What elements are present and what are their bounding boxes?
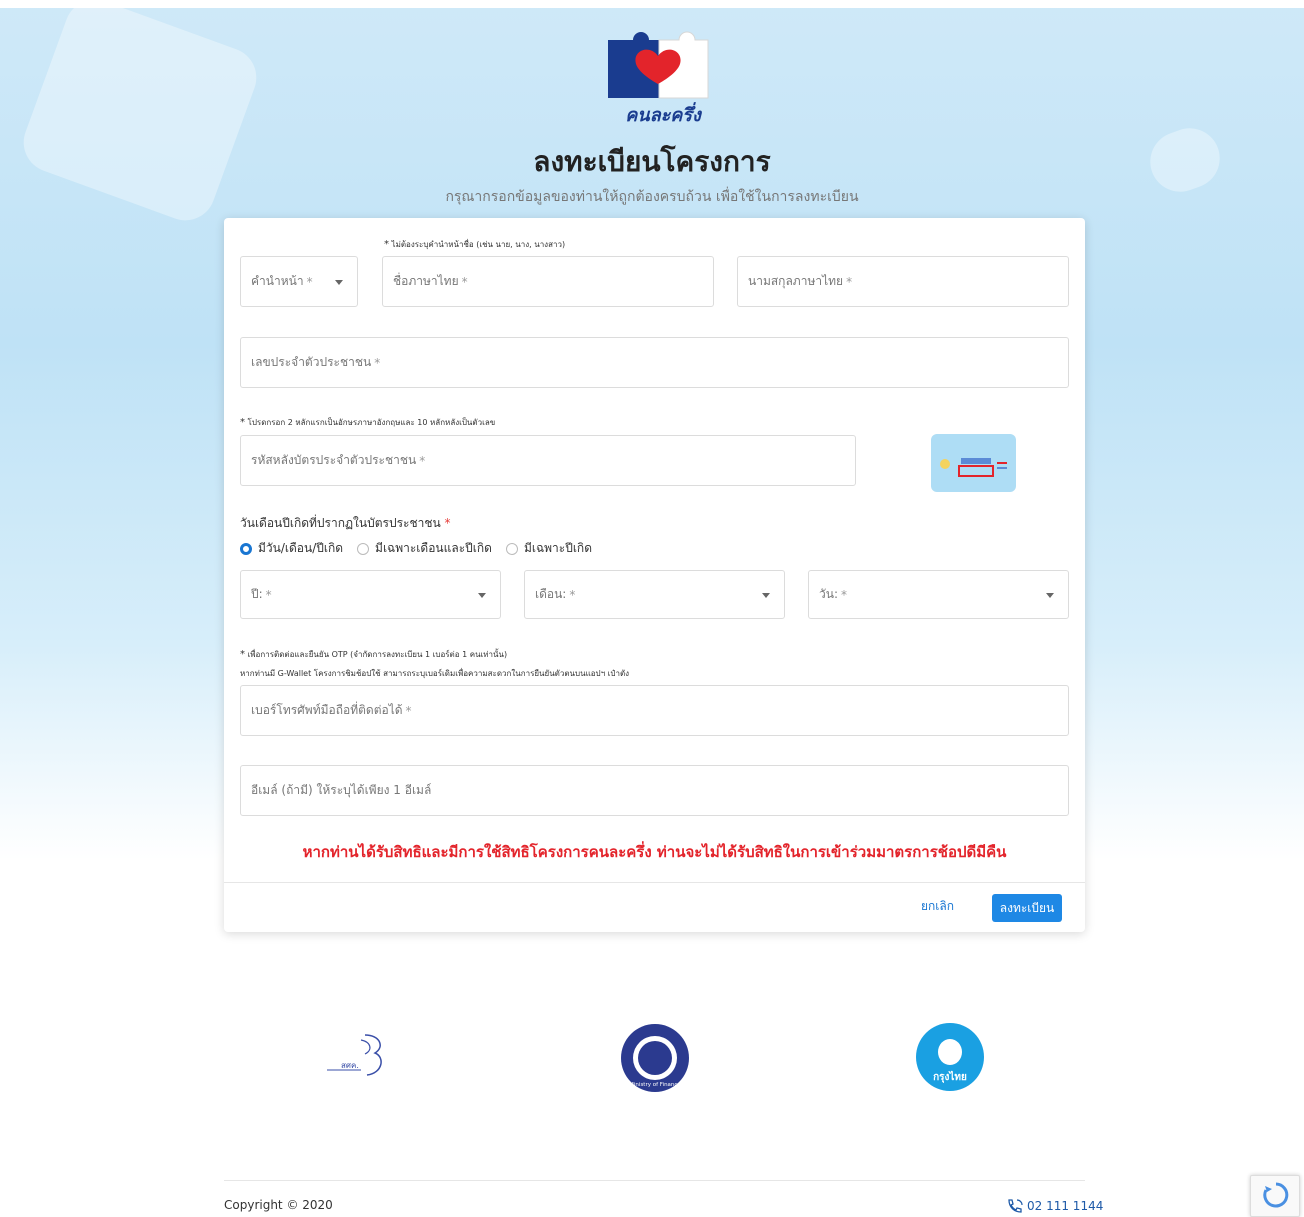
email-input[interactable]: อีเมล์ (ถ้ามี) ให้ระบุได้เพียง 1 อีเมล์ — [240, 765, 1069, 816]
recaptcha-icon — [1263, 1182, 1289, 1208]
laser-code-hint: * โปรดกรอก 2 หลักแรกเป็นอักษรภาษาอังกฤษแ… — [240, 417, 496, 428]
radio-unchecked-icon[interactable] — [505, 542, 518, 555]
phone-hint: * เพื่อการติดต่อและยืนยัน OTP (จำกัดการล… — [240, 649, 508, 660]
phone-icon — [1008, 1199, 1023, 1213]
submit-button[interactable]: ลงทะเบียน — [992, 894, 1062, 922]
chevron-down-icon — [1046, 592, 1054, 598]
footer-divider — [224, 1180, 1085, 1181]
citizen-id-input[interactable]: เลขประจำตัวประชาชน * — [240, 337, 1069, 388]
name-hint: * ไม่ต้องระบุคำนำหน้าชื่อ (เช่น นาย, นาง… — [384, 239, 566, 250]
page-title: ลงทะเบียนโครงการ — [533, 145, 771, 178]
fiscal-office-logo-icon: สศค. — [327, 1034, 382, 1076]
dob-label: วันเดือนปีเกิดที่ปรากฏในบัตรประชาชน * — [240, 516, 451, 530]
id-card-illustration-icon — [940, 458, 1007, 477]
phone-input[interactable]: เบอร์โทรศัพท์มือถือที่ติดต่อได้ * — [240, 685, 1069, 736]
cancel-button[interactable]: ยกเลิก — [921, 897, 954, 916]
chevron-down-icon — [335, 279, 343, 285]
svg-text:สศค.: สศค. — [341, 1061, 359, 1070]
support-phone-link[interactable]: 02 111 1144 — [1006, 1198, 1103, 1214]
radio-checked-icon[interactable] — [240, 542, 252, 555]
first-name-input[interactable]: ชื่อภาษาไทย * — [382, 256, 714, 307]
laser-code-input[interactable]: รหัสหลังบัตรประจำตัวประชาชน * — [240, 435, 856, 486]
month-select[interactable]: เดือน: * — [524, 570, 785, 619]
last-name-input[interactable]: นามสกุลภาษาไทย * — [737, 256, 1069, 307]
id-card-back-icon — [931, 434, 1016, 492]
dob-option-month-year[interactable]: มีเฉพาะเดือนและปีเกิด — [357, 539, 492, 558]
krungthai-logo-icon: กรุงไทย — [916, 1023, 984, 1091]
svg-text:กรุงไทย: กรุงไทย — [933, 1070, 967, 1083]
year-select[interactable]: ปี: * — [240, 570, 501, 619]
day-select[interactable]: วัน: * — [808, 570, 1069, 619]
form-actions: ยกเลิก ลงทะเบียน — [224, 882, 1085, 932]
brand-logo-text: คนละครึ่ง — [625, 105, 701, 126]
dob-radio-group: มีวัน/เดือน/ปีเกิด มีเฉพาะเดือนและปีเกิด… — [240, 539, 606, 558]
dob-option-year-only[interactable]: มีเฉพาะปีเกิด — [505, 539, 592, 558]
chevron-down-icon — [762, 592, 770, 598]
copyright-text: Copyright © 2020 — [224, 1198, 333, 1212]
warning-message: หากท่านได้รับสิทธิและมีการใช้สิทธิโครงกา… — [302, 843, 1007, 861]
ministry-of-finance-logo-icon: Ministry of Finance — [621, 1024, 689, 1092]
page-subtitle: กรุณากรอกข้อมูลของท่านให้ถูกต้องครบถ้วน … — [445, 189, 859, 205]
recaptcha-badge[interactable] — [1250, 1175, 1300, 1217]
dob-option-full[interactable]: มีวัน/เดือน/ปีเกิด — [240, 539, 343, 558]
registration-form-card: * ไม่ต้องระบุคำนำหน้าชื่อ (เช่น นาย, นาง… — [224, 218, 1085, 932]
phone-hint-secondary: หากท่านมี G-Wallet โครงการชิมช้อปใช้ สาม… — [240, 669, 630, 678]
svg-text:Ministry of Finance: Ministry of Finance — [629, 1082, 681, 1088]
chevron-down-icon — [478, 592, 486, 598]
prefix-select[interactable]: คำนำหน้า * — [240, 256, 358, 307]
radio-unchecked-icon[interactable] — [357, 542, 370, 555]
